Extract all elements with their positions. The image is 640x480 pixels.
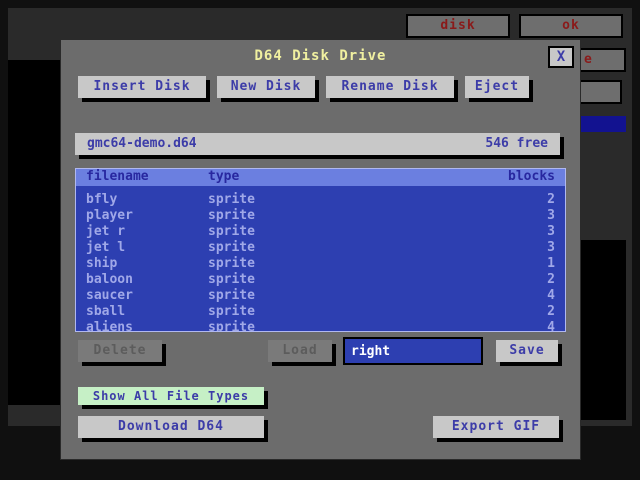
file-type: sprite [208,304,255,319]
eject-button[interactable]: Eject [465,76,529,98]
save-filename-input[interactable] [343,337,483,365]
file-blocks: 4 [547,320,555,332]
file-row[interactable]: saucer sprite 4 [76,288,565,304]
file-blocks: 3 [547,208,555,223]
file-row[interactable]: player sprite 3 [76,208,565,224]
file-type: sprite [208,272,255,287]
file-row[interactable]: ship sprite 1 [76,256,565,272]
file-list-rows: bfly sprite 2 player sprite 3 jet r sprite 3 j… [76,192,565,332]
header-filename: filename [86,169,149,184]
dialog-title: D64 Disk Drive [254,48,387,64]
close-button[interactable]: X [548,46,574,68]
file-row[interactable]: jet l sprite 3 [76,240,565,256]
file-blocks: 1 [547,256,555,271]
file-blocks: 3 [547,240,555,255]
file-name: saucer [86,288,133,303]
file-type: sprite [208,320,255,332]
insert-disk-button[interactable]: Insert Disk [78,76,206,98]
file-name: ship [86,256,118,271]
file-row[interactable]: aliens sprite 4 [76,320,565,332]
background-partial-button[interactable]: e [578,48,626,72]
show-all-file-types-button[interactable]: Show All File Types [78,387,264,405]
background-left-area [8,60,60,405]
file-type: sprite [208,256,255,271]
file-blocks: 2 [547,304,555,319]
file-blocks: 2 [547,192,555,207]
header-blocks: blocks [508,169,555,184]
file-blocks: 3 [547,224,555,239]
background-ok-button[interactable]: ok [519,14,623,38]
export-gif-button[interactable]: Export GIF [433,416,559,438]
save-button[interactable]: Save [496,340,558,362]
file-name: jet r [86,224,126,239]
background-partial-button-2[interactable] [578,80,622,104]
d64-disk-drive-dialog: D64 Disk Drive X Insert Disk New Disk Re… [60,39,581,460]
file-type: sprite [208,288,255,303]
header-type: type [208,169,240,184]
file-name: jet l [86,240,126,255]
file-row[interactable]: baloon sprite 2 [76,272,565,288]
background-right-area [578,240,626,420]
file-type: sprite [208,240,255,255]
file-list[interactable]: filename type blocks bfly sprite 2 player s… [75,168,566,332]
background-selection-bar [578,116,626,132]
file-name: baloon [86,272,133,287]
file-row[interactable]: bfly sprite 2 [76,192,565,208]
file-name: aliens [86,320,133,332]
disk-info-bar: gmc64-demo.d64 546 free [75,133,560,155]
file-type: sprite [208,208,255,223]
file-name: sball [86,304,126,319]
file-name: player [86,208,133,223]
disk-free-space: 546 free [485,136,548,151]
file-type: sprite [208,224,255,239]
file-type: sprite [208,192,255,207]
disk-name: gmc64-demo.d64 [87,136,197,151]
file-blocks: 4 [547,288,555,303]
background-disk-button[interactable]: disk [406,14,510,38]
file-row[interactable]: jet r sprite 3 [76,224,565,240]
file-name: bfly [86,192,118,207]
download-d64-button[interactable]: Download D64 [78,416,264,438]
delete-button[interactable]: Delete [78,340,162,362]
file-list-header: filename type blocks [76,169,565,186]
file-blocks: 2 [547,272,555,287]
rename-disk-button[interactable]: Rename Disk [326,76,454,98]
file-row[interactable]: sball sprite 2 [76,304,565,320]
new-disk-button[interactable]: New Disk [217,76,315,98]
load-button[interactable]: Load [268,340,332,362]
